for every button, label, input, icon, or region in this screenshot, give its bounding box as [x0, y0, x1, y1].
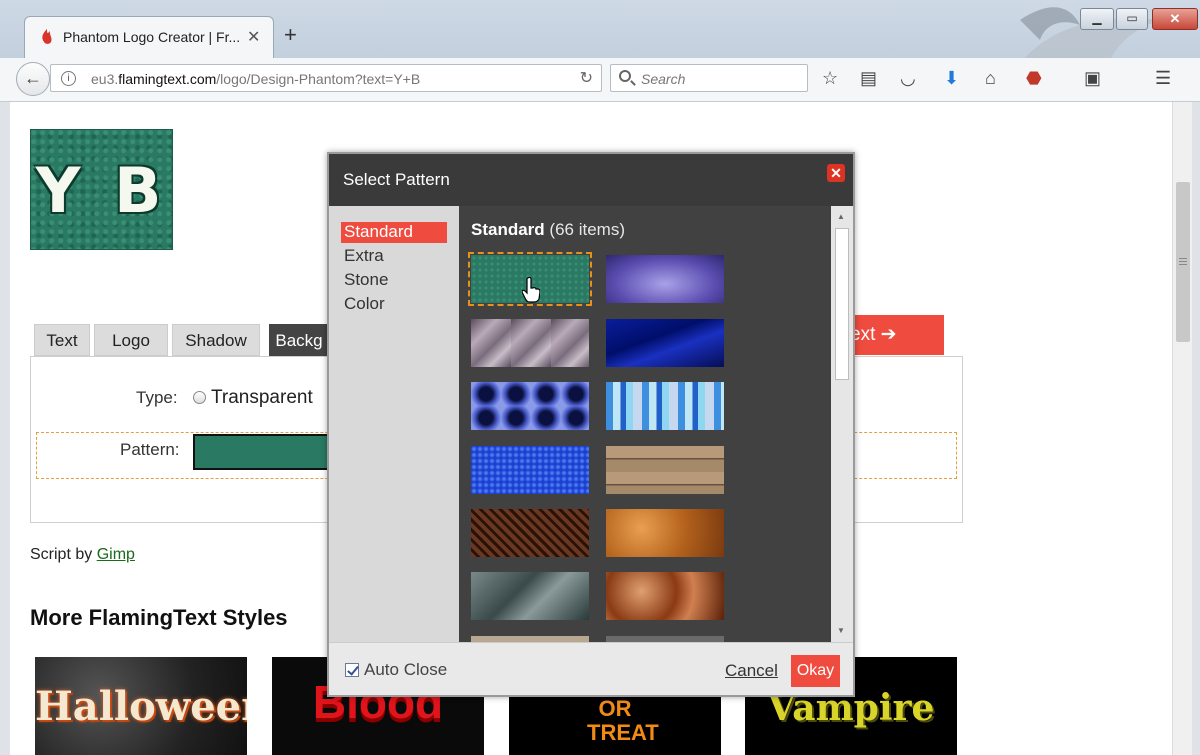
- pattern-swatch-cyan-mosaic[interactable]: [606, 382, 724, 430]
- browser-titlebar: Phantom Logo Creator | Fr... ✕ + ▁ ▭ ✕: [0, 0, 1200, 100]
- pocket-icon[interactable]: ◡: [900, 67, 916, 89]
- type-label: Type:: [136, 388, 178, 407]
- category-standard[interactable]: Standard: [341, 222, 447, 243]
- tab-logo[interactable]: Logo: [94, 324, 168, 356]
- cancel-button[interactable]: Cancel: [725, 661, 778, 681]
- pattern-swatch-blue-tiles[interactable]: [471, 382, 589, 430]
- select-pattern-dialog: Select Pattern ✕ Standard Extra Stone Co…: [327, 152, 855, 697]
- transparent-radio[interactable]: [193, 391, 206, 404]
- minimize-button[interactable]: ▁: [1080, 8, 1114, 30]
- home-icon[interactable]: ⌂: [985, 67, 996, 89]
- tab-close-icon[interactable]: ✕: [247, 27, 260, 47]
- script-credit: Script by Gimp: [30, 546, 135, 563]
- dialog-scrollbar[interactable]: ▲ ▼: [831, 206, 853, 642]
- transparent-radio-label[interactable]: Transparent: [211, 387, 313, 409]
- info-icon[interactable]: i: [61, 71, 76, 86]
- back-button[interactable]: ←: [16, 62, 50, 96]
- close-icon[interactable]: ✕: [827, 164, 845, 182]
- pattern-grid: Standard (66 items): [459, 206, 831, 642]
- dialog-title: Select Pattern: [343, 170, 450, 189]
- scroll-up-icon[interactable]: ▲: [837, 212, 845, 221]
- tab-background[interactable]: Backg: [269, 324, 329, 356]
- pattern-swatch-deep-blue[interactable]: [606, 319, 724, 367]
- search-placeholder: Search: [641, 71, 686, 87]
- logo-preview: Y B: [30, 129, 173, 250]
- menu-icon[interactable]: ☰: [1155, 67, 1171, 89]
- category-list: Standard Extra Stone Color: [329, 206, 459, 642]
- new-tab-button[interactable]: +: [284, 24, 297, 46]
- pattern-swatch-copper-swirl[interactable]: [606, 572, 724, 620]
- category-stone[interactable]: Stone: [341, 270, 447, 291]
- scroll-grip: [1179, 258, 1187, 266]
- back-arrow-icon: ←: [24, 68, 42, 88]
- dialog-scroll-thumb[interactable]: [835, 228, 849, 380]
- pattern-swatch-purple-wave[interactable]: [606, 255, 724, 303]
- maximize-button[interactable]: ▭: [1116, 8, 1148, 30]
- flame-favicon-icon: [42, 29, 52, 44]
- pattern-swatch-rust[interactable]: [606, 509, 724, 557]
- thumbnail-label: OR TREAT: [587, 696, 659, 745]
- browser-tab[interactable]: Phantom Logo Creator | Fr... ✕: [24, 16, 274, 58]
- pattern-swatch-blue-texture[interactable]: [471, 446, 589, 494]
- pattern-swatch-weave[interactable]: [471, 509, 589, 557]
- auto-close-label[interactable]: Auto Close: [364, 660, 447, 680]
- category-color[interactable]: Color: [341, 294, 447, 315]
- search-icon: [619, 70, 631, 82]
- auto-close-checkbox[interactable]: [345, 663, 359, 677]
- pattern-swatch-brick[interactable]: [606, 446, 724, 494]
- dialog-footer: Auto Close Cancel Okay: [329, 642, 853, 695]
- pattern-swatch-marble[interactable]: [471, 319, 589, 367]
- more-styles-heading: More FlamingText Styles: [30, 605, 288, 630]
- okay-button[interactable]: Okay: [791, 655, 840, 687]
- thumbnail-label: Halloween: [35, 683, 247, 730]
- url-bar[interactable]: i eu3.flamingtext.com/logo/Design-Phanto…: [50, 64, 602, 92]
- pattern-label: Pattern:: [120, 440, 180, 459]
- tab-title: Phantom Logo Creator | Fr...: [63, 29, 241, 45]
- tab-shadow[interactable]: Shadow: [172, 324, 260, 356]
- tab-text[interactable]: Text: [34, 324, 90, 356]
- pattern-swatch-stone-gray[interactable]: [471, 572, 589, 620]
- window-close-button[interactable]: ✕: [1152, 8, 1198, 30]
- logo-preview-text: Y B: [35, 154, 168, 227]
- hand-cursor-icon: [522, 277, 540, 303]
- style-thumbnail-halloween[interactable]: Halloween: [35, 657, 247, 755]
- grid-heading: Standard (66 items): [471, 220, 625, 239]
- url-text: eu3.flamingtext.com/logo/Design-Phantom?…: [91, 71, 421, 87]
- scroll-down-icon[interactable]: ▼: [837, 626, 845, 635]
- dialog-header: Select Pattern ✕: [329, 154, 853, 206]
- bookmark-star-icon[interactable]: ☆: [822, 67, 838, 89]
- pattern-selector[interactable]: [193, 434, 333, 470]
- category-extra[interactable]: Extra: [341, 246, 447, 267]
- page-scrollbar[interactable]: [1172, 102, 1192, 755]
- navigation-toolbar: ← i eu3.flamingtext.com/logo/Design-Phan…: [0, 58, 1200, 102]
- adblock-icon[interactable]: ⬣: [1026, 67, 1042, 89]
- reading-list-icon[interactable]: ▤: [860, 67, 877, 89]
- extension-icon[interactable]: ▣: [1084, 67, 1101, 89]
- search-bar[interactable]: Search: [610, 64, 808, 92]
- reload-icon[interactable]: ↻: [580, 68, 593, 88]
- gimp-link[interactable]: Gimp: [97, 546, 135, 563]
- download-icon[interactable]: ⬇: [944, 67, 959, 89]
